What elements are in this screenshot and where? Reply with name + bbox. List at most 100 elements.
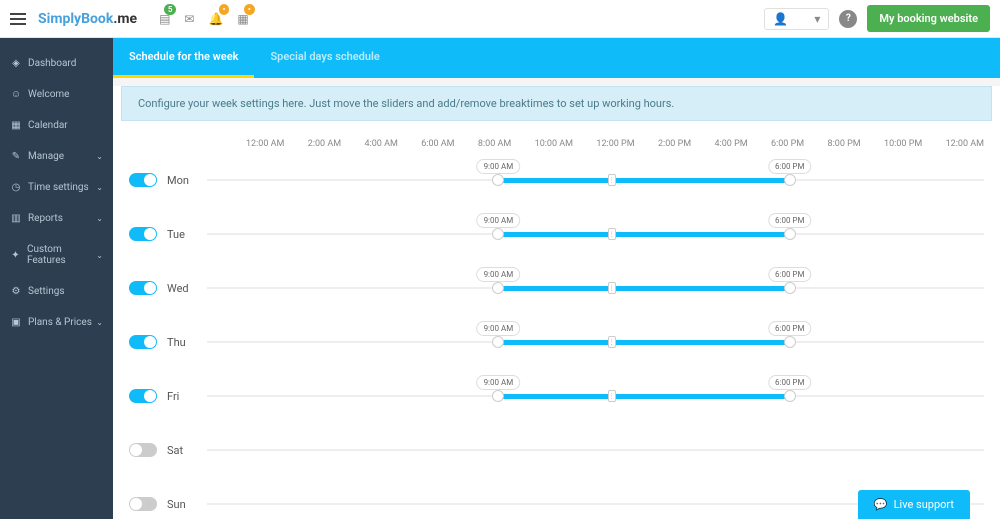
timeline-tick: 8:00 PM <box>828 139 861 149</box>
chat-icon: 💬 <box>874 498 888 511</box>
sidebar-item-custom-features[interactable]: ✦Custom Features⌄ <box>0 234 113 276</box>
start-time-label: 9:00 AM <box>477 321 521 336</box>
day-label: Thu <box>167 336 197 349</box>
slider-start-handle[interactable] <box>492 228 504 240</box>
slider-track[interactable]: 9:00 AM⋮6:00 PM <box>207 287 984 289</box>
user-dropdown[interactable]: 👤▾ <box>764 8 829 30</box>
day-toggle[interactable] <box>129 389 157 403</box>
slider-break-handle[interactable]: ⋮ <box>608 174 616 186</box>
end-time-label: 6:00 PM <box>768 375 811 390</box>
slider-range <box>498 232 789 237</box>
chevron-down-icon: ⌄ <box>96 251 103 260</box>
timeline-tick: 12:00 AM <box>946 139 984 149</box>
slider-track[interactable]: 9:00 AM⋮6:00 PM <box>207 395 984 397</box>
day-row-sat: Sat <box>113 423 1000 477</box>
slider-range <box>498 178 789 183</box>
slider-break-handle[interactable]: ⋮ <box>608 282 616 294</box>
timeline-tick: 8:00 AM <box>478 139 511 149</box>
user-icon: 👤 <box>773 12 788 26</box>
slider-range <box>498 394 789 399</box>
timeline-tick: 12:00 PM <box>596 139 634 149</box>
alert-badge: • <box>219 4 230 15</box>
day-toggle[interactable] <box>129 497 157 511</box>
sidebar-item-label: Time settings <box>28 182 89 193</box>
day-toggle[interactable] <box>129 443 157 457</box>
timeline-tick: 4:00 PM <box>715 139 748 149</box>
sidebar-item-time-settings[interactable]: ◷Time settings⌄ <box>0 172 113 203</box>
slider-start-handle[interactable] <box>492 390 504 402</box>
sidebar-item-settings[interactable]: ⚙Settings <box>0 276 113 307</box>
slider-track[interactable] <box>207 449 984 451</box>
slider-track[interactable]: 9:00 AM⋮6:00 PM <box>207 341 984 343</box>
header-icons: ▤5 ✉ 🔔• ▦• <box>159 12 249 26</box>
day-row-mon: Mon 9:00 AM⋮6:00 PM <box>113 153 1000 207</box>
calendar-icon[interactable]: ▦• <box>237 12 248 26</box>
booking-website-button[interactable]: My booking website <box>867 5 990 32</box>
day-row-thu: Thu9:00 AM⋮6:00 PM <box>113 315 1000 369</box>
header-left: SimplyBook.me ▤5 ✉ 🔔• ▦• <box>10 11 249 27</box>
slider-start-handle[interactable] <box>492 282 504 294</box>
sidebar-item-manage[interactable]: ✎Manage⌄ <box>0 141 113 172</box>
logo-text: SimplyBook <box>38 11 113 27</box>
cal-badge: • <box>244 4 255 15</box>
header-right: 👤▾ ? My booking website <box>764 5 990 32</box>
sidebar-item-reports[interactable]: ▥Reports⌄ <box>0 203 113 234</box>
day-label: Sat <box>167 444 197 457</box>
start-time-label: 9:00 AM <box>477 375 521 390</box>
logo-suffix: .me <box>113 11 137 27</box>
days-list: Mon9:00 AM⋮6:00 PMTue9:00 AM⋮6:00 PMWed9… <box>113 153 1000 519</box>
day-toggle[interactable] <box>129 281 157 295</box>
timeline: 12:00 AM2:00 AM4:00 AM6:00 AM8:00 AM10:0… <box>113 129 1000 153</box>
slider-break-handle[interactable]: ⋮ <box>608 228 616 240</box>
chevron-down-icon: ⌄ <box>96 318 103 327</box>
app-header: SimplyBook.me ▤5 ✉ 🔔• ▦• 👤▾ ? My booking… <box>0 0 1000 38</box>
sidebar-item-calendar[interactable]: ▦Calendar <box>0 110 113 141</box>
timeline-tick: 6:00 PM <box>771 139 804 149</box>
slider-start-handle[interactable] <box>492 174 504 186</box>
sidebar-item-dashboard[interactable]: ◈Dashboard <box>0 48 113 79</box>
notification-badge: 5 <box>164 4 177 15</box>
slider-end-handle[interactable] <box>784 174 796 186</box>
sidebar-icon: ✦ <box>10 250 21 261</box>
sidebar: ◈Dashboard☺Welcome▦Calendar✎Manage⌄◷Time… <box>0 38 113 519</box>
bell-icon[interactable]: 🔔• <box>208 12 223 26</box>
sidebar-item-welcome[interactable]: ☺Welcome <box>0 79 113 110</box>
day-toggle[interactable] <box>129 335 157 349</box>
info-bar: Configure your week settings here. Just … <box>121 86 992 121</box>
slider-track[interactable]: 9:00 AM⋮6:00 PM <box>207 179 984 181</box>
tab-special-days[interactable]: Special days schedule <box>254 38 395 78</box>
list-icon[interactable]: ▤5 <box>159 12 170 26</box>
tab-schedule-week[interactable]: Schedule for the week <box>113 38 254 78</box>
day-toggle[interactable] <box>129 227 157 241</box>
chevron-down-icon: ⌄ <box>96 214 103 223</box>
logo[interactable]: SimplyBook.me <box>38 11 137 27</box>
sidebar-item-plans-&-prices[interactable]: ▣Plans & Prices⌄ <box>0 307 113 338</box>
live-support-button[interactable]: 💬Live support <box>858 490 970 519</box>
day-label: Tue <box>167 228 197 241</box>
help-icon[interactable]: ? <box>839 10 857 28</box>
slider-track[interactable]: 9:00 AM⋮6:00 PM <box>207 233 984 235</box>
timeline-tick: 2:00 PM <box>658 139 691 149</box>
end-time-label: 6:00 PM <box>768 321 811 336</box>
tabs: Schedule for the week Special days sched… <box>113 38 1000 78</box>
slider-end-handle[interactable] <box>784 336 796 348</box>
day-label: Mon <box>167 174 197 187</box>
mail-icon[interactable]: ✉ <box>184 12 194 26</box>
slider-break-handle[interactable]: ⋮ <box>608 336 616 348</box>
hamburger-icon[interactable] <box>10 13 26 25</box>
slider-start-handle[interactable] <box>492 336 504 348</box>
slider-end-handle[interactable] <box>784 228 796 240</box>
slider-end-handle[interactable] <box>784 282 796 294</box>
timeline-tick: 12:00 AM <box>246 139 284 149</box>
start-time-label: 9:00 AM <box>477 213 521 228</box>
day-label: Fri <box>167 390 197 403</box>
slider-break-handle[interactable]: ⋮ <box>608 390 616 402</box>
start-time-label: 9:00 AM <box>477 159 521 174</box>
sidebar-icon: ⚙ <box>10 286 22 297</box>
slider-end-handle[interactable] <box>784 390 796 402</box>
sidebar-item-label: Welcome <box>28 89 69 100</box>
sidebar-item-label: Reports <box>28 213 63 224</box>
day-row-tue: Tue 9:00 AM⋮6:00 PM <box>113 207 1000 261</box>
slider-range <box>498 340 789 345</box>
day-toggle[interactable] <box>129 173 157 187</box>
